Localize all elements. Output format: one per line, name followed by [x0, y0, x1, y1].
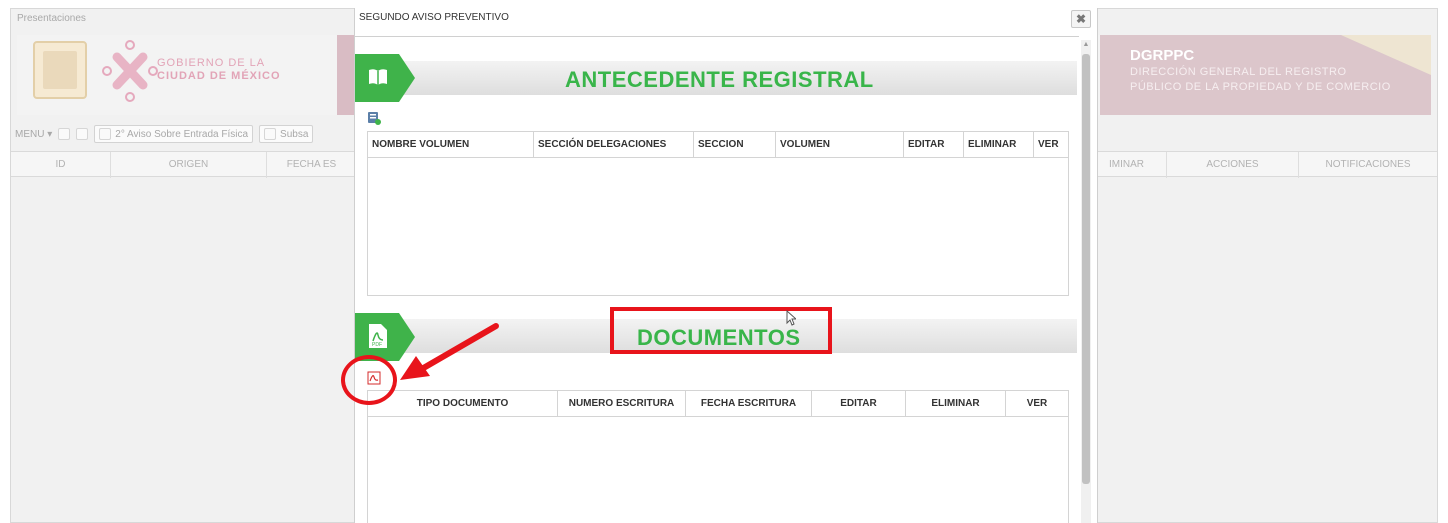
documentos-table-header: TIPO DOCUMENTO NUMERO ESCRITURA FECHA ES…	[368, 391, 1068, 417]
cdmx-shield-icon	[33, 41, 87, 99]
mouse-cursor-icon	[786, 310, 796, 326]
menu-button[interactable]: MENU ▾	[15, 129, 52, 140]
coin-icon	[99, 128, 112, 140]
column-eliminar[interactable]: IMINAR	[1087, 152, 1167, 178]
window-title: Presentaciones	[17, 13, 86, 24]
modal-title: SEGUNDO AVISO PREVENTIVO	[359, 12, 509, 23]
modal-scrollbar[interactable]: ▲	[1081, 40, 1091, 523]
add-record-icon[interactable]	[367, 111, 381, 125]
column-acciones[interactable]: ACCIONES	[1167, 152, 1299, 178]
edit-icon	[264, 128, 277, 140]
modal-body: ANTECEDENTE REGISTRAL NOMBRE VOLUMEN SEC…	[355, 36, 1079, 523]
scroll-thumb[interactable]	[1082, 54, 1090, 484]
segundo-aviso-modal: SEGUNDO AVISO PREVENTIVO ✖ ANTECEDENTE R…	[354, 8, 1098, 523]
svg-text:PDF: PDF	[372, 342, 382, 348]
column-origen[interactable]: ORIGEN	[111, 152, 267, 178]
annotation-arrow-icon	[400, 323, 499, 380]
th-ver[interactable]: VER	[1034, 132, 1068, 157]
pdf-document-icon: PDF	[369, 324, 387, 348]
close-icon[interactable]: ✖	[1071, 10, 1091, 28]
highlight-documentos-box	[610, 307, 832, 354]
cdmx-logo-icon	[102, 40, 158, 102]
th-seccion-delegaciones[interactable]: SECCIÓN DELEGACIONES	[534, 132, 694, 157]
column-id[interactable]: ID	[11, 152, 111, 178]
highlight-pdf-circle	[341, 355, 397, 405]
aviso-entrada-button[interactable]: 2° Aviso Sobre Entrada Física	[94, 125, 254, 143]
th-eliminar[interactable]: ELIMINAR	[964, 132, 1034, 157]
book-section-tab	[355, 54, 415, 102]
dgrppc-subtitle: DIRECCIÓN GENERAL DEL REGISTRO PÚBLICO D…	[1130, 66, 1391, 93]
th-volumen[interactable]: VOLUMEN	[776, 132, 904, 157]
gov-line2: CIUDAD DE MÉXICO	[157, 70, 281, 82]
th-editar[interactable]: EDITAR	[904, 132, 964, 157]
th-ver[interactable]: VER	[1006, 391, 1068, 416]
th-editar[interactable]: EDITAR	[812, 391, 906, 416]
government-logo-text: GOBIERNO DE LA CIUDAD DE MÉXICO	[157, 57, 281, 83]
dgrppc-banner: DGRPPC DIRECCIÓN GENERAL DEL REGISTRO PÚ…	[1100, 35, 1431, 115]
column-notificaciones[interactable]: NOTIFICACIONES	[1299, 152, 1437, 178]
document-icon[interactable]	[58, 128, 71, 140]
antecedente-table: NOMBRE VOLUMEN SECCIÓN DELEGACIONES SECC…	[367, 131, 1069, 296]
th-eliminar[interactable]: ELIMINAR	[906, 391, 1006, 416]
antecedente-table-header: NOMBRE VOLUMEN SECCIÓN DELEGACIONES SECC…	[368, 132, 1068, 158]
dgrppc-title: DGRPPC	[1130, 47, 1195, 64]
column-fecha[interactable]: FECHA ES	[267, 152, 357, 178]
th-tipo-documento[interactable]: TIPO DOCUMENTO	[368, 391, 558, 416]
th-fecha-escritura[interactable]: FECHA ESCRITURA	[686, 391, 812, 416]
coin-icon[interactable]	[76, 128, 89, 140]
antecedente-title: ANTECEDENTE REGISTRAL	[565, 67, 874, 92]
book-icon	[369, 69, 387, 85]
toolbar: MENU ▾ 2° Aviso Sobre Entrada Física Sub…	[15, 125, 314, 143]
gov-line1: GOBIERNO DE LA	[157, 57, 266, 69]
subsanar-button[interactable]: Subsa	[259, 125, 314, 143]
th-nombre-volumen[interactable]: NOMBRE VOLUMEN	[368, 132, 534, 157]
th-seccion[interactable]: SECCION	[694, 132, 776, 157]
scroll-up-icon[interactable]: ▲	[1082, 40, 1090, 50]
th-numero-escritura[interactable]: NUMERO ESCRITURA	[558, 391, 686, 416]
documentos-table: TIPO DOCUMENTO NUMERO ESCRITURA FECHA ES…	[367, 390, 1069, 523]
